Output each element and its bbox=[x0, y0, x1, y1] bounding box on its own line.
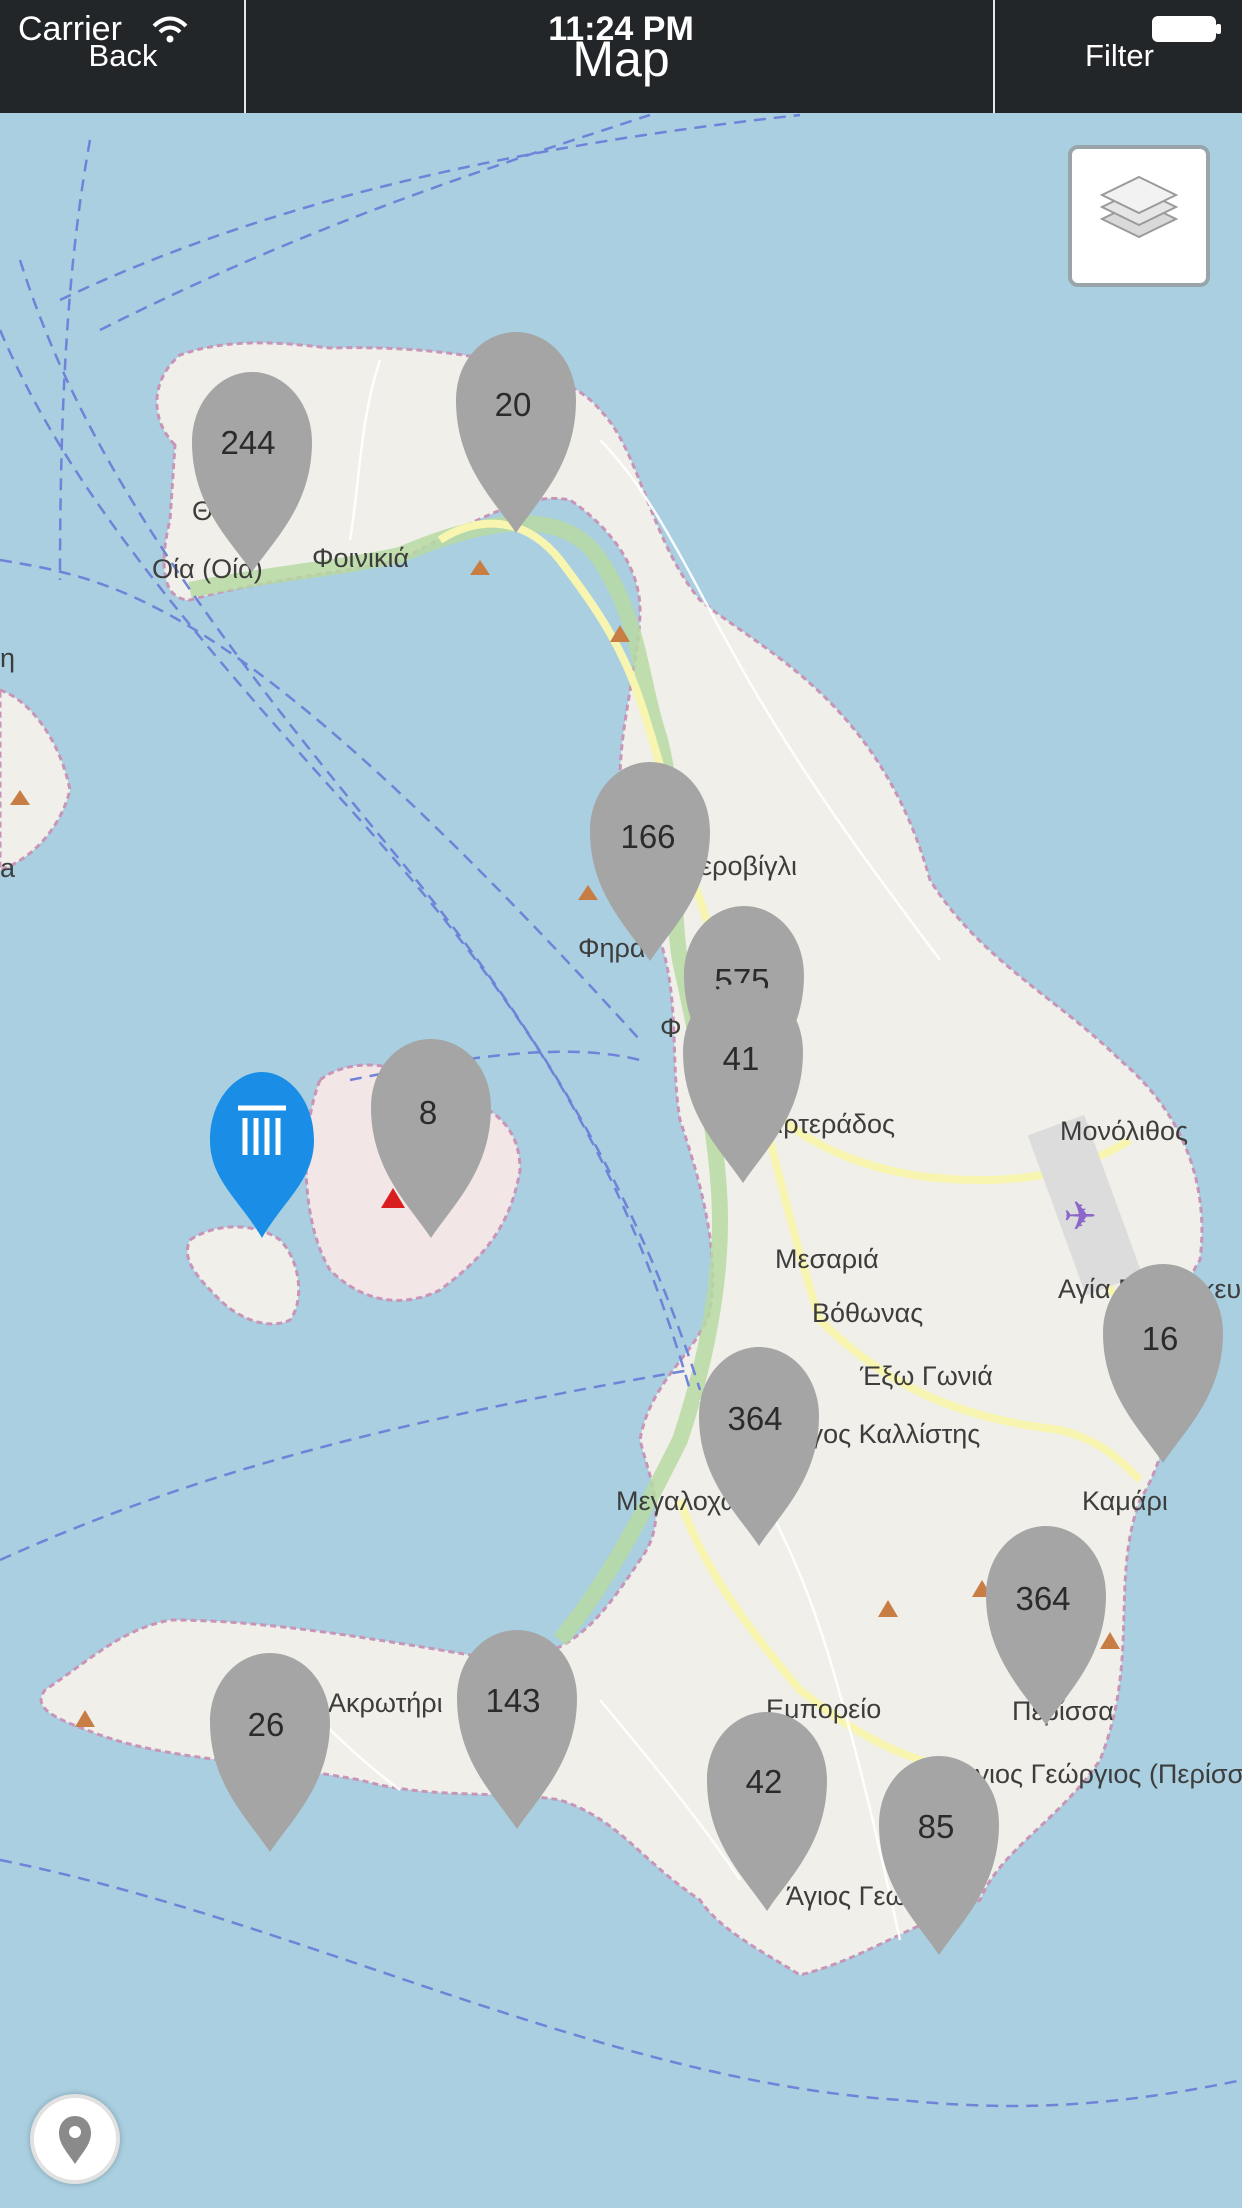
svg-text:244: 244 bbox=[220, 424, 275, 461]
place-label: Άγιος Γεώργιος (Περίσσα) bbox=[958, 1759, 1242, 1789]
battery-icon bbox=[1152, 16, 1221, 42]
place-label: Ακρωτήρι bbox=[328, 1688, 443, 1718]
place-label: η bbox=[0, 643, 15, 673]
svg-text:41: 41 bbox=[723, 1040, 760, 1077]
svg-text:85: 85 bbox=[918, 1808, 955, 1845]
locate-me-button[interactable] bbox=[30, 2094, 120, 2184]
svg-text:364: 364 bbox=[1015, 1580, 1070, 1617]
svg-text:364: 364 bbox=[727, 1400, 782, 1437]
status-time: 11:24 PM bbox=[548, 10, 694, 48]
svg-text:166: 166 bbox=[620, 818, 675, 855]
navigation-bar: Back Filter Map Carrier 11:24 PM bbox=[0, 0, 1242, 113]
svg-text:143: 143 bbox=[485, 1682, 540, 1719]
svg-text:8: 8 bbox=[419, 1094, 437, 1131]
map-view[interactable]: ✈ Θ Οία (Οία) Φοινικιά η a Ημεροβίγλι Φη… bbox=[0, 0, 1242, 2208]
svg-text:16: 16 bbox=[1142, 1320, 1179, 1357]
place-label: Έξω Γωνιά bbox=[859, 1361, 993, 1391]
place-label: Μονόλιθος bbox=[1060, 1116, 1188, 1146]
layers-icon bbox=[1099, 175, 1179, 239]
svg-text:42: 42 bbox=[746, 1763, 783, 1800]
svg-text:20: 20 bbox=[495, 386, 532, 423]
layers-button[interactable] bbox=[1068, 145, 1210, 287]
place-label: Βόθωνας bbox=[812, 1298, 923, 1328]
airport-icon: ✈ bbox=[1063, 1195, 1097, 1239]
place-label: a bbox=[0, 853, 16, 883]
place-label: Μεσαριά bbox=[775, 1244, 879, 1274]
place-label: Φοινικιά bbox=[312, 543, 409, 573]
svg-text:26: 26 bbox=[248, 1706, 285, 1743]
place-label: Καμάρι bbox=[1082, 1486, 1168, 1516]
location-pin-icon bbox=[59, 2116, 91, 2164]
place-label: Φ bbox=[660, 1013, 682, 1043]
